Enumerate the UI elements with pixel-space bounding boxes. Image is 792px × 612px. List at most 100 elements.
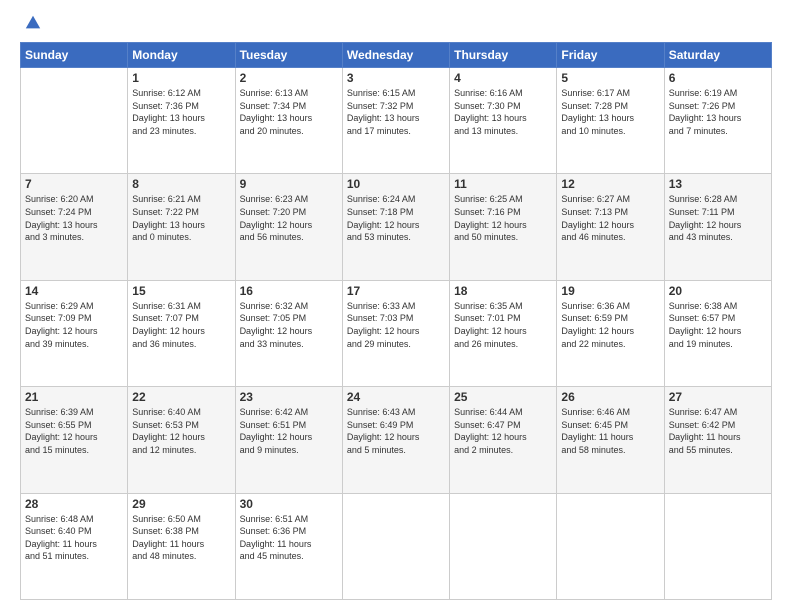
calendar-cell: 12 Sunrise: 6:27 AMSunset: 7:13 PMDayligh… [557,174,664,280]
day-info: Sunrise: 6:24 AMSunset: 7:18 PMDaylight:… [347,193,445,243]
calendar-cell: 25 Sunrise: 6:44 AMSunset: 6:47 PMDayligh… [450,387,557,493]
day-number: 2 [240,71,338,85]
calendar-cell: 23 Sunrise: 6:42 AMSunset: 6:51 PMDayligh… [235,387,342,493]
header-wednesday: Wednesday [342,43,449,68]
day-info: Sunrise: 6:46 AMSunset: 6:45 PMDaylight:… [561,406,659,456]
day-info: Sunrise: 6:23 AMSunset: 7:20 PMDaylight:… [240,193,338,243]
day-info: Sunrise: 6:19 AMSunset: 7:26 PMDaylight:… [669,87,767,137]
calendar-cell: 9 Sunrise: 6:23 AMSunset: 7:20 PMDaylight… [235,174,342,280]
calendar-cell: 14 Sunrise: 6:29 AMSunset: 7:09 PMDayligh… [21,280,128,386]
calendar-header-row: SundayMondayTuesdayWednesdayThursdayFrid… [21,43,772,68]
day-number: 5 [561,71,659,85]
day-number: 10 [347,177,445,191]
day-number: 24 [347,390,445,404]
header-sunday: Sunday [21,43,128,68]
calendar-cell: 4 Sunrise: 6:16 AMSunset: 7:30 PMDaylight… [450,68,557,174]
calendar-cell: 19 Sunrise: 6:36 AMSunset: 6:59 PMDayligh… [557,280,664,386]
day-info: Sunrise: 6:12 AMSunset: 7:36 PMDaylight:… [132,87,230,137]
day-info: Sunrise: 6:25 AMSunset: 7:16 PMDaylight:… [454,193,552,243]
day-info: Sunrise: 6:21 AMSunset: 7:22 PMDaylight:… [132,193,230,243]
day-info: Sunrise: 6:29 AMSunset: 7:09 PMDaylight:… [25,300,123,350]
calendar-cell: 2 Sunrise: 6:13 AMSunset: 7:34 PMDaylight… [235,68,342,174]
calendar-cell: 28Sunrise: 6:48 AMSunset: 6:40 PMDayligh… [21,493,128,599]
calendar-cell: 27Sunrise: 6:47 AMSunset: 6:42 PMDayligh… [664,387,771,493]
calendar-cell: 7 Sunrise: 6:20 AMSunset: 7:24 PMDaylight… [21,174,128,280]
calendar-cell: 18Sunrise: 6:35 AMSunset: 7:01 PMDayligh… [450,280,557,386]
day-number: 9 [240,177,338,191]
calendar-cell: 20 Sunrise: 6:38 AMSunset: 6:57 PMDayligh… [664,280,771,386]
calendar-cell: 5 Sunrise: 6:17 AMSunset: 7:28 PMDaylight… [557,68,664,174]
day-number: 19 [561,284,659,298]
calendar-week-2: 7 Sunrise: 6:20 AMSunset: 7:24 PMDaylight… [21,174,772,280]
header [20,18,772,32]
header-friday: Friday [557,43,664,68]
calendar-cell: 22 Sunrise: 6:40 AMSunset: 6:53 PMDayligh… [128,387,235,493]
day-number: 25 [454,390,552,404]
day-number: 13 [669,177,767,191]
day-info: Sunrise: 6:16 AMSunset: 7:30 PMDaylight:… [454,87,552,137]
calendar-week-3: 14 Sunrise: 6:29 AMSunset: 7:09 PMDayligh… [21,280,772,386]
day-info: Sunrise: 6:31 AMSunset: 7:07 PMDaylight:… [132,300,230,350]
logo [20,18,42,32]
day-number: 7 [25,177,123,191]
day-number: 22 [132,390,230,404]
header-monday: Monday [128,43,235,68]
calendar-cell: 10 Sunrise: 6:24 AMSunset: 7:18 PMDayligh… [342,174,449,280]
day-info: Sunrise: 6:39 AMSunset: 6:55 PMDaylight:… [25,406,123,456]
day-number: 23 [240,390,338,404]
day-number: 14 [25,284,123,298]
day-info: Sunrise: 6:40 AMSunset: 6:53 PMDaylight:… [132,406,230,456]
day-info: Sunrise: 6:33 AMSunset: 7:03 PMDaylight:… [347,300,445,350]
day-number: 21 [25,390,123,404]
calendar-table: SundayMondayTuesdayWednesdayThursdayFrid… [20,42,772,600]
calendar-week-5: 28Sunrise: 6:48 AMSunset: 6:40 PMDayligh… [21,493,772,599]
day-number: 30 [240,497,338,511]
day-info: Sunrise: 6:27 AMSunset: 7:13 PMDaylight:… [561,193,659,243]
calendar-cell: 16 Sunrise: 6:32 AMSunset: 7:05 PMDayligh… [235,280,342,386]
day-number: 12 [561,177,659,191]
day-number: 11 [454,177,552,191]
day-number: 28 [25,497,123,511]
calendar-cell: 3Sunrise: 6:15 AMSunset: 7:32 PMDaylight… [342,68,449,174]
calendar-cell: 24 Sunrise: 6:43 AMSunset: 6:49 PMDayligh… [342,387,449,493]
day-number: 29 [132,497,230,511]
day-number: 17 [347,284,445,298]
day-info: Sunrise: 6:51 AMSunset: 6:36 PMDaylight:… [240,513,338,563]
calendar-cell: 13 Sunrise: 6:28 AMSunset: 7:11 PMDayligh… [664,174,771,280]
day-number: 18 [454,284,552,298]
calendar-cell: 6 Sunrise: 6:19 AMSunset: 7:26 PMDaylight… [664,68,771,174]
header-tuesday: Tuesday [235,43,342,68]
day-number: 8 [132,177,230,191]
day-info: Sunrise: 6:43 AMSunset: 6:49 PMDaylight:… [347,406,445,456]
calendar-week-1: 1Sunrise: 6:12 AMSunset: 7:36 PMDaylight… [21,68,772,174]
day-info: Sunrise: 6:36 AMSunset: 6:59 PMDaylight:… [561,300,659,350]
day-info: Sunrise: 6:20 AMSunset: 7:24 PMDaylight:… [25,193,123,243]
day-number: 26 [561,390,659,404]
day-info: Sunrise: 6:28 AMSunset: 7:11 PMDaylight:… [669,193,767,243]
day-number: 6 [669,71,767,85]
day-info: Sunrise: 6:47 AMSunset: 6:42 PMDaylight:… [669,406,767,456]
day-info: Sunrise: 6:32 AMSunset: 7:05 PMDaylight:… [240,300,338,350]
calendar-cell: 30 Sunrise: 6:51 AMSunset: 6:36 PMDayligh… [235,493,342,599]
calendar-cell [450,493,557,599]
calendar-cell: 21 Sunrise: 6:39 AMSunset: 6:55 PMDayligh… [21,387,128,493]
day-number: 20 [669,284,767,298]
day-number: 4 [454,71,552,85]
day-info: Sunrise: 6:44 AMSunset: 6:47 PMDaylight:… [454,406,552,456]
day-info: Sunrise: 6:42 AMSunset: 6:51 PMDaylight:… [240,406,338,456]
calendar-cell [342,493,449,599]
calendar-cell: 11 Sunrise: 6:25 AMSunset: 7:16 PMDayligh… [450,174,557,280]
header-saturday: Saturday [664,43,771,68]
day-info: Sunrise: 6:50 AMSunset: 6:38 PMDaylight:… [132,513,230,563]
day-info: Sunrise: 6:13 AMSunset: 7:34 PMDaylight:… [240,87,338,137]
day-info: Sunrise: 6:17 AMSunset: 7:28 PMDaylight:… [561,87,659,137]
day-info: Sunrise: 6:15 AMSunset: 7:32 PMDaylight:… [347,87,445,137]
day-info: Sunrise: 6:38 AMSunset: 6:57 PMDaylight:… [669,300,767,350]
calendar-cell: 8 Sunrise: 6:21 AMSunset: 7:22 PMDaylight… [128,174,235,280]
logo-icon [24,14,42,32]
calendar-cell: 17 Sunrise: 6:33 AMSunset: 7:03 PMDayligh… [342,280,449,386]
calendar-cell: 1Sunrise: 6:12 AMSunset: 7:36 PMDaylight… [128,68,235,174]
calendar-cell [21,68,128,174]
page: SundayMondayTuesdayWednesdayThursdayFrid… [0,0,792,612]
day-number: 16 [240,284,338,298]
